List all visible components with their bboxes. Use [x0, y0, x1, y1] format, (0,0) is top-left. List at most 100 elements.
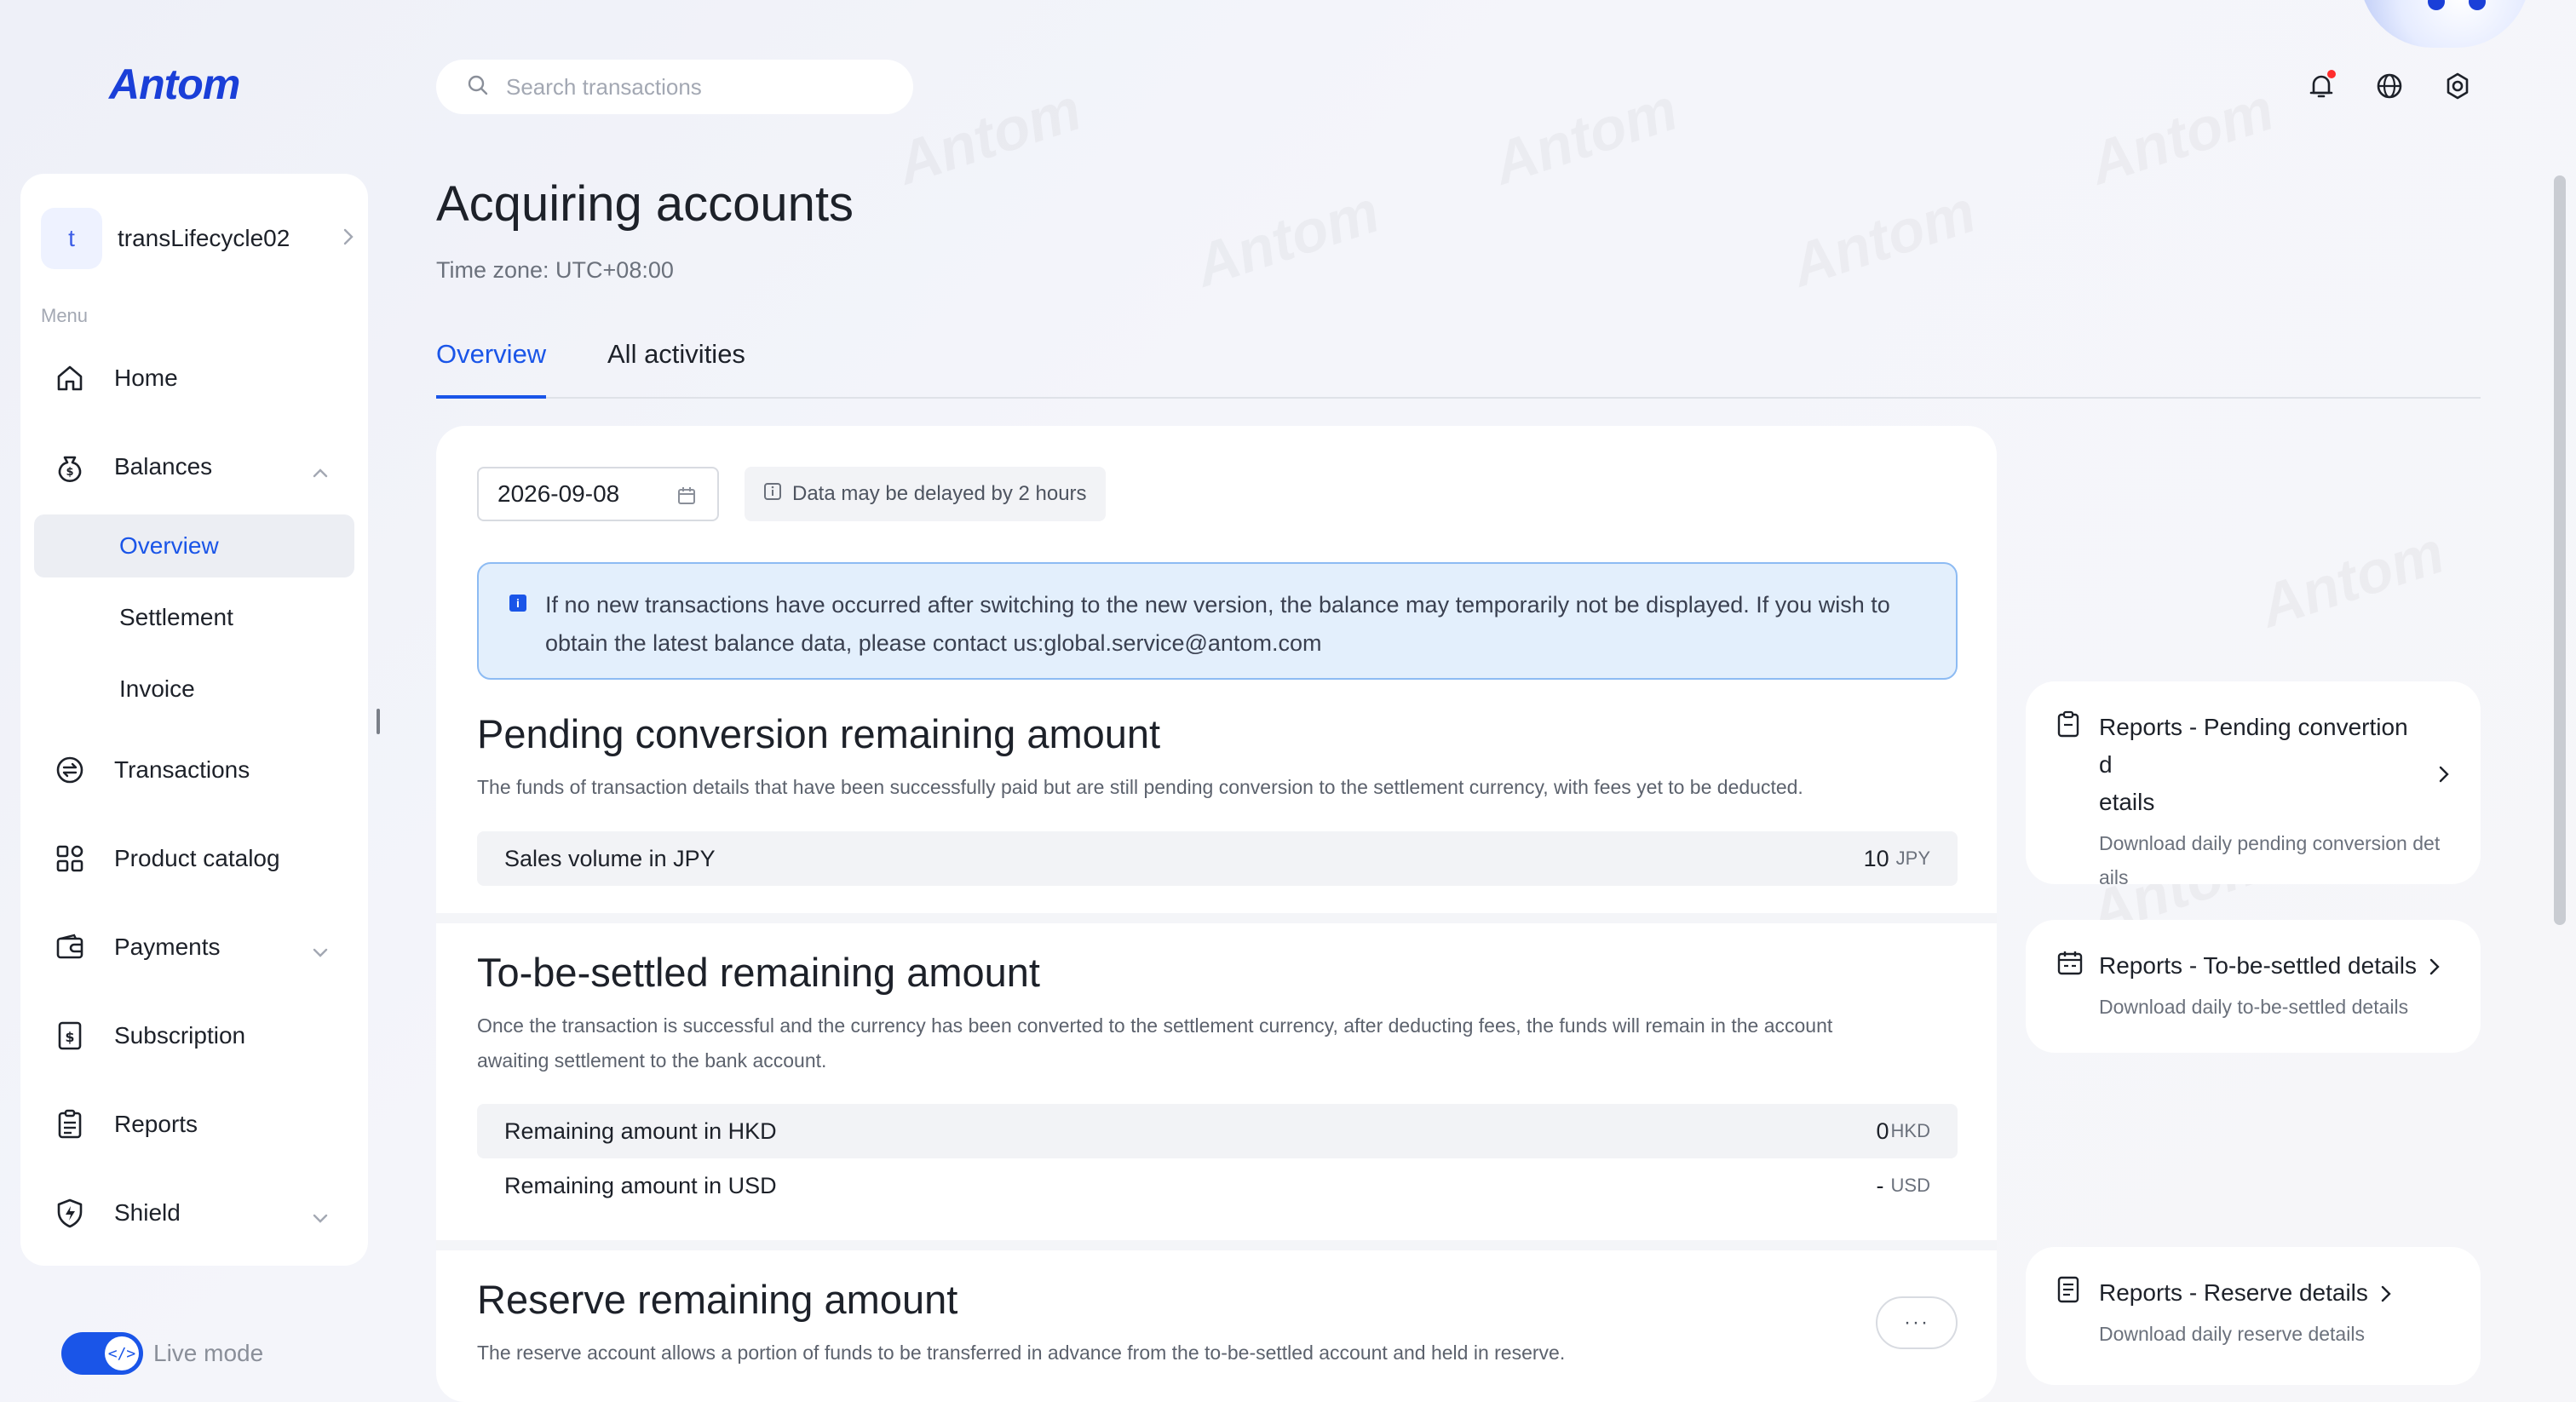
chevron-right-icon — [342, 227, 354, 250]
sidebar-item-transactions[interactable]: Transactions — [34, 738, 354, 802]
top-actions — [2305, 70, 2474, 102]
watermark: Antom — [2251, 518, 2452, 641]
info-icon: i — [509, 595, 526, 612]
document-icon — [2056, 1276, 2084, 1305]
live-mode-label: Live mode — [153, 1340, 264, 1366]
calendar-icon — [2056, 949, 2084, 978]
divider — [436, 1240, 1997, 1250]
watermark: Antom — [1187, 177, 1387, 301]
row-currency: USD — [1890, 1175, 1930, 1196]
account-name: transLifecycle02 — [118, 225, 290, 251]
account-switcher[interactable]: t transLifecycle02 — [41, 208, 354, 269]
report-desc: Download daily reserve details — [2099, 1323, 2365, 1345]
row-currency: HKD — [1890, 1120, 1930, 1141]
bell-icon[interactable] — [2305, 70, 2337, 102]
report-card-pending-conversion[interactable]: Reports - Pending convertion d etails Do… — [2026, 681, 2481, 888]
search-bar[interactable]: Search transactions — [436, 60, 913, 114]
sidebar-subitem-settlement[interactable]: Settlement — [34, 586, 354, 649]
balance-row: Sales volume in JPY 10 JPY — [477, 831, 1958, 886]
code-icon: </> — [105, 1336, 139, 1370]
report-desc: Download daily to-be-settled details — [2099, 996, 2409, 1018]
sidebar-item-subscription[interactable]: $ Subscription — [34, 1004, 354, 1067]
date-value: 2026-09-08 — [497, 480, 620, 507]
reserve-section-desc: The reserve account allows a portion of … — [477, 1342, 1566, 1364]
avatar: t — [41, 208, 102, 269]
sidebar-item-label: Product catalog — [114, 845, 280, 871]
row-label: Remaining amount in HKD — [504, 1118, 777, 1144]
row-currency: JPY — [1895, 848, 1930, 869]
sidebar-subitem-overview[interactable]: Overview — [34, 514, 354, 577]
chevron-right-icon — [2429, 957, 2441, 980]
to-be-settled-section-title: To-be-settled remaining amount — [477, 950, 1040, 995]
reserve-section-title: Reserve remaining amount — [477, 1277, 958, 1322]
sidebar-item-label: Payments — [114, 934, 221, 960]
antom-logo[interactable]: Antom — [109, 60, 240, 109]
row-amount: - — [1876, 1172, 1884, 1198]
sidebar-item-payments[interactable]: Payments — [34, 916, 354, 979]
page-scrollbar[interactable] — [2554, 175, 2566, 925]
sidebar-item-balances[interactable]: $ Balances — [34, 435, 354, 498]
search-input[interactable]: Search transactions — [506, 74, 702, 101]
watermark: Antom — [1485, 75, 1685, 198]
balance-row: Remaining amount in USD - USD — [477, 1158, 1958, 1213]
watermark: Antom — [1783, 177, 1983, 301]
chevron-down-icon — [312, 938, 329, 965]
sidebar-subitem-invoice[interactable]: Invoice — [34, 658, 354, 721]
menu-label: Menu — [41, 305, 89, 326]
search-icon — [467, 74, 506, 101]
pending-section-desc: The funds of transaction details that ha… — [477, 776, 1803, 798]
sidebar-item-label: Reports — [114, 1111, 198, 1137]
notification-dot — [2327, 70, 2336, 78]
toggle-switch[interactable]: </> — [61, 1332, 143, 1375]
tab-all-activities[interactable]: All activities — [607, 339, 745, 399]
info-alert-line: obtain the latest balance data, please c… — [545, 630, 1322, 656]
info-alert-line: If no new transactions have occurred aft… — [545, 592, 1890, 618]
report-card-reserve[interactable]: Reports - Reserve details Download daily… — [2026, 1247, 2481, 1385]
row-amount: 0 — [1876, 1118, 1889, 1144]
delay-notice-text: Data may be delayed by 2 hours — [792, 482, 1087, 505]
svg-text:$: $ — [65, 1029, 74, 1045]
report-title: Reports - To-be-settled details — [2099, 952, 2417, 979]
clipboard-icon — [53, 1107, 87, 1141]
chevron-up-icon — [312, 457, 329, 485]
sidebar-item-label: Shield — [114, 1199, 181, 1226]
row-amount: 10 — [1863, 845, 1889, 871]
balance-row: Remaining amount in HKD 0 HKD — [477, 1104, 1958, 1158]
page-title: Acquiring accounts — [436, 176, 854, 232]
sidebar-item-label: Balances — [114, 453, 213, 480]
chevron-right-icon — [2380, 1284, 2392, 1307]
report-card-to-be-settled[interactable]: Reports - To-be-settled details Download… — [2026, 920, 2481, 1053]
home-icon — [53, 361, 87, 395]
sidebar: t transLifecycle02 Menu Home $ Balances … — [20, 174, 368, 1266]
watermark: Antom — [2081, 75, 2281, 198]
report-title-line: etails — [2099, 789, 2155, 815]
report-title: Reports - Reserve details — [2099, 1279, 2368, 1306]
overview-card: 2026-09-08 Data may be delayed by 2 hour… — [436, 426, 1997, 1402]
pending-section-title: Pending conversion remaining amount — [477, 711, 1161, 756]
tab-overview[interactable]: Overview — [436, 339, 547, 399]
tabs-bar: Overview All activities — [436, 339, 2481, 399]
sidebar-item-reports[interactable]: Reports — [34, 1093, 354, 1156]
report-desc: Download daily pending conversion det ai… — [2099, 826, 2450, 894]
report-title-line: Reports - Pending convertion d — [2099, 714, 2408, 778]
sidebar-item-product-catalog[interactable]: Product catalog — [34, 827, 354, 890]
globe-icon[interactable] — [2373, 70, 2406, 102]
sidebar-item-label: Subscription — [114, 1022, 246, 1049]
settings-icon[interactable] — [2441, 70, 2474, 102]
date-picker[interactable]: 2026-09-08 — [477, 467, 719, 521]
desc-line: Once the transaction is successful and t… — [477, 1014, 1833, 1037]
sidebar-item-label: Transactions — [114, 756, 250, 783]
info-alert: i If no new transactions have occurred a… — [477, 562, 1958, 680]
sidebar-item-label: Home — [114, 365, 178, 391]
desc-line: awaiting settlement to the bank account. — [477, 1049, 827, 1072]
watermark: Antom — [888, 75, 1089, 198]
sidebar-resize-handle[interactable] — [377, 709, 380, 734]
sidebar-item-shield[interactable]: Shield — [34, 1181, 354, 1244]
assistant-mascot[interactable] — [2360, 0, 2530, 48]
to-be-settled-section-desc: Once the transaction is successful and t… — [477, 1008, 1958, 1078]
report-title: Reports - Pending convertion d etails — [2099, 709, 2426, 821]
chevron-right-icon — [2438, 765, 2450, 788]
live-mode-toggle[interactable]: </> Live mode — [61, 1332, 263, 1375]
shield-icon — [53, 1196, 87, 1230]
sidebar-item-home[interactable]: Home — [34, 347, 354, 410]
